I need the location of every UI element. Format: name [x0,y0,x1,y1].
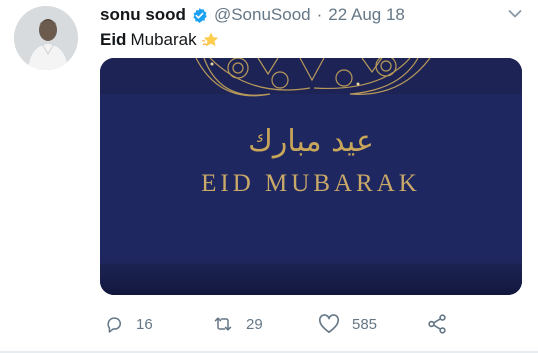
verified-badge-icon [193,7,207,23]
tweet-text-rest: Mubarak [130,30,197,49]
separator-dot: · [316,5,323,24]
tweet-media-image[interactable]: عيد مبارك EID MUBARAK [100,58,522,295]
tweet-text-bold: Eid [100,30,127,49]
tweet-date[interactable]: 22 Aug 18 [328,5,405,25]
share-button[interactable] [426,310,460,338]
avatar-image [14,6,78,70]
reply-count: 16 [136,315,153,333]
arabic-greeting-text: عيد مبارك [248,124,374,159]
tweet-header: sonu sood @SonuSood · 22 Aug 18 [100,4,405,26]
reply-button[interactable]: 16 [104,310,153,338]
author-name[interactable]: sonu sood [100,5,186,25]
chevron-down-icon[interactable] [508,9,522,19]
eid-mubarak-text: EID MUBARAK [201,170,421,197]
retweet-count: 29 [246,315,263,333]
heart-icon [318,314,340,333]
tweet-text: Eid Mubarak [100,30,221,50]
author-handle[interactable]: @SonuSood [214,5,311,25]
tweet-actions: 16 29 585 [100,310,520,338]
retweet-button[interactable]: 29 [212,310,263,338]
tweet-card[interactable]: sonu sood @SonuSood · 22 Aug 18 Eid Muba… [0,0,538,353]
like-count: 585 [352,315,378,333]
avatar[interactable] [14,6,78,70]
share-icon [428,314,446,334]
star-emoji-icon [201,32,218,47]
reply-icon [107,317,121,333]
retweet-icon [214,317,232,331]
like-button[interactable]: 585 [318,310,377,338]
